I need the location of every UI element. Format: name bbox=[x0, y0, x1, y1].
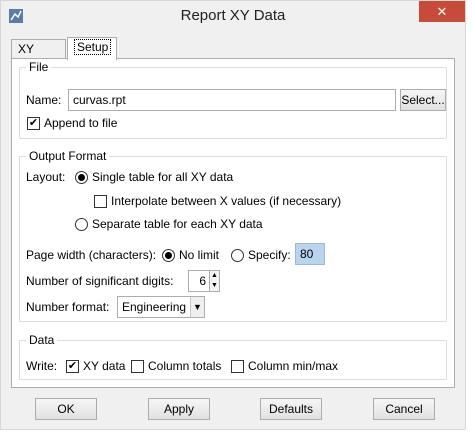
append-checkbox[interactable]: ✔ bbox=[27, 117, 40, 130]
defaults-button[interactable]: Defaults bbox=[260, 398, 322, 420]
file-group-title: File bbox=[26, 60, 52, 74]
interpolate-checkbox[interactable] bbox=[94, 195, 107, 208]
layout-label: Layout: bbox=[26, 170, 66, 184]
number-format-value: Engineering bbox=[122, 300, 187, 314]
separate-table-radio[interactable] bbox=[75, 218, 88, 231]
apply-button[interactable]: Apply bbox=[148, 398, 210, 420]
output-format-title: Output Format bbox=[26, 149, 110, 163]
column-totals-checkbox[interactable] bbox=[131, 360, 144, 373]
xy-data-label: XY data bbox=[83, 359, 126, 373]
specify-radio[interactable] bbox=[231, 249, 244, 262]
name-label: Name: bbox=[26, 93, 62, 107]
specify-label: Specify: bbox=[248, 248, 291, 262]
file-group: File Name: curvas.rpt Select... ✔ Append… bbox=[19, 60, 447, 139]
column-minmax-checkbox[interactable] bbox=[231, 360, 244, 373]
setup-panel: File Name: curvas.rpt Select... ✔ Append… bbox=[11, 58, 455, 388]
report-xy-data-dialog: Report XY Data ✕ XY Data Setup File Name… bbox=[0, 0, 466, 430]
output-format-group: Output Format Layout: Single table for a… bbox=[19, 149, 447, 322]
tab-xy-data[interactable]: XY Data bbox=[11, 39, 66, 74]
column-totals-label: Column totals bbox=[148, 359, 222, 373]
number-format-label: Number format: bbox=[26, 300, 110, 314]
no-limit-label: No limit bbox=[179, 248, 220, 262]
data-group: Data Write: ✔ XY data Column totals Colu… bbox=[19, 333, 447, 380]
page-width-label: Page width (characters): bbox=[26, 248, 157, 262]
close-button[interactable]: ✕ bbox=[419, 1, 465, 22]
sig-digits-spinner[interactable]: ▲ ▼ bbox=[209, 270, 220, 292]
interpolate-label: Interpolate between X values (if necessa… bbox=[111, 194, 342, 208]
cancel-button[interactable]: Cancel bbox=[373, 398, 435, 420]
ok-button[interactable]: OK bbox=[35, 398, 97, 420]
name-field[interactable]: curvas.rpt bbox=[68, 89, 396, 111]
column-minmax-label: Column min/max bbox=[248, 359, 339, 373]
sig-digits-field[interactable]: 6 bbox=[188, 270, 210, 292]
window-title: Report XY Data bbox=[180, 7, 286, 24]
no-limit-radio[interactable] bbox=[162, 249, 175, 262]
data-group-title: Data bbox=[26, 333, 58, 347]
tab-setup-label: Setup bbox=[74, 39, 112, 55]
specify-field[interactable]: 80 bbox=[295, 243, 325, 265]
close-icon: ✕ bbox=[436, 4, 448, 19]
sig-digits-label: Number of significant digits: bbox=[26, 274, 174, 288]
chevron-down-icon: ▼ bbox=[190, 297, 204, 317]
append-label: Append to file bbox=[44, 116, 118, 130]
number-format-select[interactable]: Engineering ▼ bbox=[117, 296, 205, 318]
single-table-radio[interactable] bbox=[75, 171, 88, 184]
title-bar: Report XY Data ✕ bbox=[1, 1, 465, 31]
write-label: Write: bbox=[26, 359, 58, 373]
tab-setup[interactable]: Setup bbox=[67, 37, 117, 60]
select-button[interactable]: Select... bbox=[400, 89, 446, 111]
single-table-label: Single table for all XY data bbox=[92, 170, 234, 184]
xy-data-checkbox[interactable]: ✔ bbox=[66, 360, 79, 373]
separate-table-label: Separate table for each XY data bbox=[92, 217, 263, 231]
